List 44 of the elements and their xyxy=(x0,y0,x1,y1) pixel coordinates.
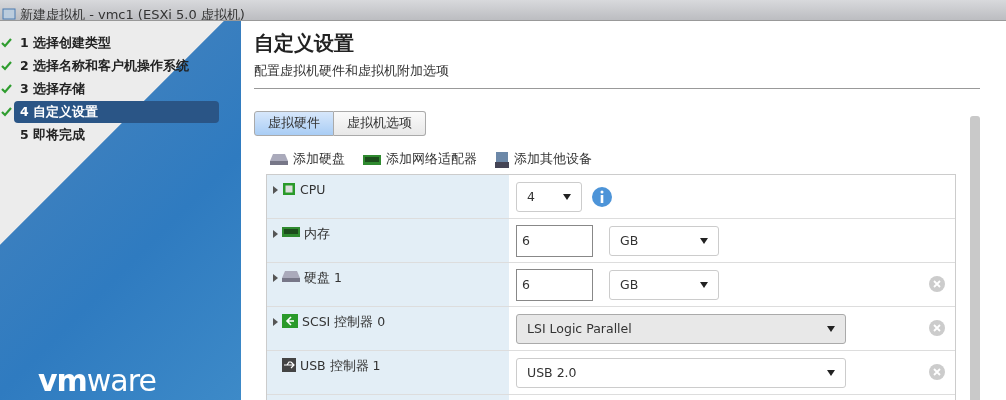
page-subtitle: 配置虚拟机硬件和虚拟机附加选项 xyxy=(254,63,980,89)
logo: vmware xyxy=(37,363,157,400)
unit-dropdown[interactable]: GB xyxy=(609,225,719,256)
window-title: 新建虚拟机 - vmc1 (ESXi 5.0 虚拟机) xyxy=(20,7,245,20)
device-label: 硬盘 1 xyxy=(304,270,342,287)
device-label: USB 控制器 1 xyxy=(300,358,381,375)
caret-icon xyxy=(563,193,571,200)
add-button[interactable]: 添加网络适配器 xyxy=(363,151,477,168)
size-input[interactable]: 6 xyxy=(516,224,593,257)
wizard-step[interactable]: 1 选择创建类型 xyxy=(14,32,219,54)
count-dropdown[interactable]: 4 xyxy=(516,181,582,212)
caret-icon xyxy=(700,281,708,288)
unit-dropdown[interactable]: GB xyxy=(609,269,719,300)
caret-icon xyxy=(827,369,835,376)
memory-module-icon xyxy=(363,153,381,166)
wizard-step[interactable]: 3 选择存储 xyxy=(14,78,219,100)
controller-icon xyxy=(282,314,298,328)
add-button[interactable]: 添加硬盘 xyxy=(270,151,345,168)
add-button[interactable]: 添加其他设备 xyxy=(495,151,592,168)
chip-icon xyxy=(282,182,296,196)
window-icon xyxy=(2,8,16,20)
info-icon[interactable] xyxy=(592,186,612,207)
caret-icon xyxy=(827,325,835,332)
tab[interactable]: 虚拟硬件 xyxy=(254,111,334,136)
memory-module-icon xyxy=(282,226,300,238)
device-label: CPU xyxy=(300,182,326,197)
tab[interactable]: 虚拟机选项 xyxy=(334,111,426,136)
expand-icon[interactable] xyxy=(273,274,278,282)
wizard-step[interactable]: 5 即将完成 xyxy=(14,124,219,146)
expand-icon[interactable] xyxy=(273,186,278,194)
expand-icon[interactable] xyxy=(273,230,278,238)
device-label: SCSI 控制器 0 xyxy=(302,314,386,331)
caret-icon xyxy=(700,237,708,244)
remove-icon[interactable] xyxy=(929,364,945,380)
wizard-step[interactable]: 4 自定义设置 xyxy=(14,101,219,123)
usb-icon xyxy=(282,358,296,372)
remove-icon[interactable] xyxy=(929,276,945,292)
device-icon xyxy=(495,151,509,168)
wizard-step[interactable]: 2 选择名称和客户机操作系统 xyxy=(14,55,219,77)
scrollbar[interactable] xyxy=(970,116,980,400)
type-dropdown[interactable]: USB 2.0 xyxy=(516,357,846,388)
size-input[interactable]: 6 xyxy=(516,268,593,301)
page-title: 自定义设置 xyxy=(254,30,355,57)
device-label: 内存 xyxy=(304,226,330,243)
